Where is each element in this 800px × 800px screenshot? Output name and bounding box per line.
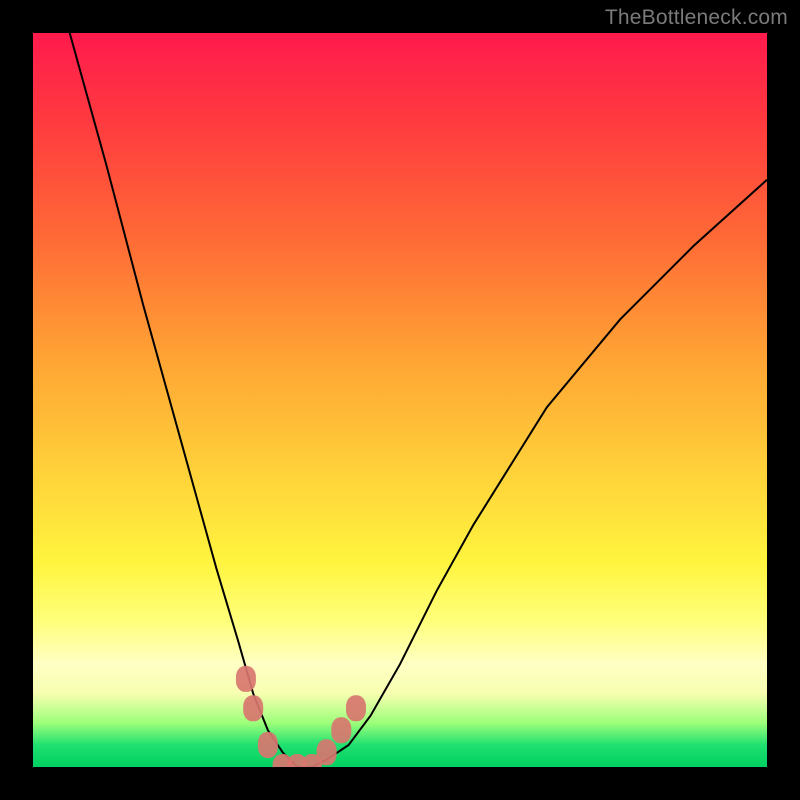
chart-plot-area	[33, 33, 767, 767]
chart-frame: TheBottleneck.com	[0, 0, 800, 800]
curve-marker	[346, 695, 366, 721]
curve-marker	[258, 732, 278, 758]
curve-marker	[236, 666, 256, 692]
watermark-text: TheBottleneck.com	[605, 6, 788, 30]
curve-marker	[317, 739, 337, 765]
curve-markers	[236, 666, 366, 767]
curve-marker	[331, 717, 351, 743]
curve-marker	[243, 695, 263, 721]
chart-svg	[33, 33, 767, 767]
bottleneck-curve	[70, 33, 767, 767]
